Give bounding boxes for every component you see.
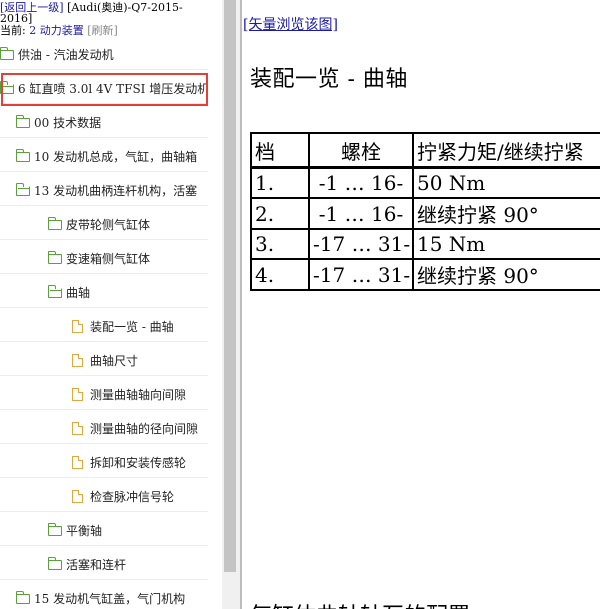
tree-item[interactable]: 曲轴 — [0, 278, 208, 308]
folder-icon — [0, 46, 14, 60]
scrollbar-thumb[interactable] — [224, 0, 236, 572]
tree-item-label: 测量曲轴的径向间隙 — [90, 422, 199, 436]
folder-icon — [16, 148, 30, 162]
tree-item[interactable]: 供油 - 汽油发动机 — [0, 40, 208, 70]
page-title: 装配一览 - 曲轴 — [250, 67, 408, 92]
tree-item[interactable]: 测量曲轴轴向间隙 — [0, 380, 208, 410]
table-row: 1. -1 … 16- 50 Nm — [250, 166, 600, 199]
folder-icon — [48, 522, 62, 536]
torque-table: 档 螺栓 拧紧力矩/继续拧紧 1. -1 … 16- 50 Nm 2. -1 …… — [250, 132, 600, 291]
document-icon — [72, 490, 83, 503]
current-location: 当前: 2 动力装置 [刷新] — [0, 25, 118, 37]
folder-icon — [48, 556, 62, 570]
cell-bolt: -17 … 31- — [308, 228, 414, 260]
brand-label: [Audi(奥迪)-Q7-2015- — [67, 1, 183, 14]
folder-open-icon — [48, 284, 62, 298]
folder-open-icon — [16, 182, 30, 196]
tree-item-label: 皮带轮侧气缸体 — [66, 218, 151, 232]
cell-torque: 15 Nm — [412, 228, 600, 260]
tree-item[interactable]: 皮带轮侧气缸体 — [0, 210, 208, 240]
tree-item[interactable]: 00 技术数据 — [0, 108, 208, 138]
vector-view-line: [矢量浏览该图] — [243, 14, 338, 34]
tree-item-label: 平衡轴 — [66, 524, 103, 538]
tree-item[interactable]: 拆卸和安装传感轮 — [0, 448, 208, 478]
tree-item[interactable]: 装配一览 - 曲轴 — [0, 312, 208, 342]
document-icon — [72, 354, 83, 367]
cell-step: 2. — [250, 197, 310, 230]
tree-item-label: 6 缸直喷 3.0l 4V TFSI 增压发动机 — [18, 82, 208, 96]
folder-icon — [48, 216, 62, 230]
tree-item[interactable]: 测量曲轴的径向间隙 — [0, 414, 208, 444]
tree-item-label: 曲轴尺寸 — [90, 354, 139, 368]
tree-item-label: 装配一览 - 曲轴 — [90, 320, 174, 334]
tree-item[interactable]: 13 发动机曲柄连杆机构，活塞 — [0, 176, 208, 206]
table-header-row: 档 螺栓 拧紧力矩/继续拧紧 — [250, 132, 600, 169]
document-icon — [72, 456, 83, 469]
tree-item-label: 曲轴 — [66, 286, 91, 300]
tree-item-label: 13 发动机曲柄连杆机构，活塞 — [34, 184, 198, 198]
tree-item[interactable]: 曲轴尺寸 — [0, 346, 208, 376]
cell-step: 1. — [250, 166, 310, 199]
vector-view-link[interactable]: [矢量浏览该图] — [243, 17, 338, 33]
refresh-link[interactable]: [刷新] — [87, 24, 118, 37]
tree-item[interactable]: 检查脉冲信号轮 — [0, 482, 208, 512]
cell-torque: 继续拧紧 90° — [412, 258, 600, 291]
table-row: 2. -1 … 16- 继续拧紧 90° — [250, 197, 600, 230]
content-panel: [矢量浏览该图] 装配一览 - 曲轴 档 螺栓 拧紧力矩/继续拧紧 1. -1 … — [242, 0, 600, 609]
cell-step: 4. — [250, 258, 310, 291]
tree-item-label: 10 发动机总成，气缸，曲轴箱 — [34, 150, 198, 164]
cell-step: 3. — [250, 228, 310, 260]
current-label: 当前: — [0, 24, 26, 37]
tree-item-label: 拆卸和安装传感轮 — [90, 456, 187, 470]
tree-item-label: 测量曲轴轴向间隙 — [90, 388, 187, 402]
section-heading: 气缸体曲轴轴瓦的配置 — [250, 598, 470, 609]
tree-item[interactable]: 活塞和连杆 — [0, 550, 208, 580]
cell-torque: 50 Nm — [412, 166, 600, 199]
tree-item-label: 供油 - 汽油发动机 — [18, 48, 114, 62]
table-row: 3. -17 … 31- 15 Nm — [250, 228, 600, 260]
header-torque: 拧紧力矩/继续拧紧 — [412, 132, 600, 169]
folder-icon — [16, 590, 30, 604]
cell-bolt: -1 … 16- — [308, 166, 414, 199]
tree-item[interactable]: 平衡轴 — [0, 516, 208, 546]
tree-item[interactable]: 15 发动机气缸盖，气门机构 — [0, 584, 208, 609]
folder-icon — [48, 250, 62, 264]
current-value-link[interactable]: 2 动力装置 — [29, 24, 84, 37]
header-bolt: 螺栓 — [308, 132, 414, 169]
tree-item[interactable]: 变速箱侧气缸体 — [0, 244, 208, 274]
cell-bolt: -1 … 16- — [308, 197, 414, 230]
tree-item[interactable]: 6 缸直喷 3.0l 4V TFSI 增压发动机 — [0, 74, 208, 104]
tree-item-label: 00 技术数据 — [34, 116, 102, 130]
table-row: 4. -17 … 31- 继续拧紧 90° — [250, 258, 600, 291]
folder-open-icon — [0, 80, 14, 94]
header-step: 档 — [250, 132, 310, 169]
folder-icon — [16, 114, 30, 128]
cell-bolt: -17 … 31- — [308, 258, 414, 291]
document-icon — [72, 388, 83, 401]
tree-item-label: 变速箱侧气缸体 — [66, 252, 151, 266]
tree-item[interactable]: 10 发动机总成，气缸，曲轴箱 — [0, 142, 208, 172]
tree-item-label: 15 发动机气缸盖，气门机构 — [34, 592, 186, 606]
document-icon — [72, 320, 83, 333]
navigation-tree-panel: [返回上一级] [Audi(奥迪)-Q7-2015- 2016] 当前: 2 动… — [0, 0, 212, 609]
document-icon — [72, 422, 83, 435]
tree-item-label: 检查脉冲信号轮 — [90, 490, 175, 504]
cell-torque: 继续拧紧 90° — [412, 197, 600, 230]
tree-item-label: 活塞和连杆 — [66, 558, 127, 572]
